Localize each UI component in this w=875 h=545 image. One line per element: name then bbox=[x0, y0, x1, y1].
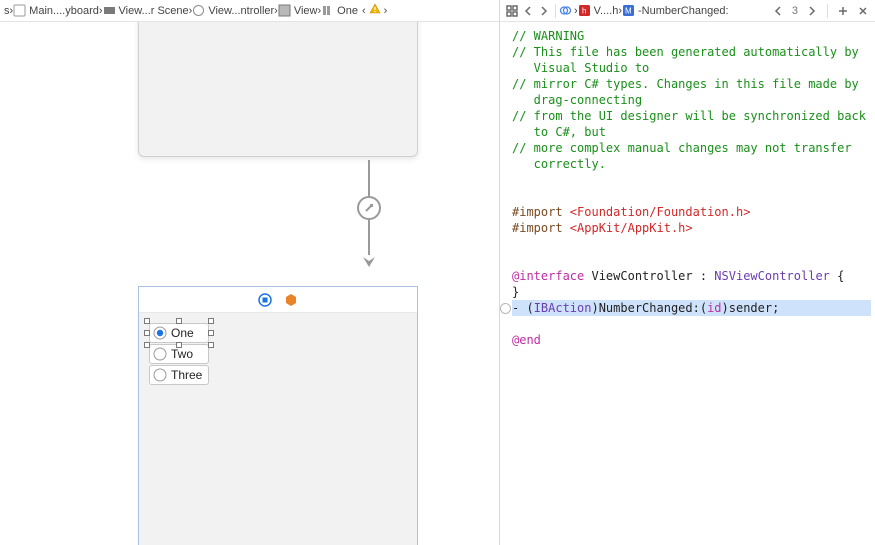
counter-label: 3 bbox=[790, 5, 800, 17]
next-issue-button[interactable] bbox=[804, 3, 820, 19]
chevron-left-icon[interactable]: ‹ bbox=[362, 5, 366, 17]
code-blank-line bbox=[512, 317, 519, 331]
breadcrumb-item[interactable]: One bbox=[321, 4, 358, 17]
header-file-icon: h bbox=[578, 4, 591, 17]
breadcrumb-label: View...ntroller bbox=[208, 5, 274, 17]
view-icon bbox=[278, 4, 291, 17]
radio-option-three[interactable]: Three bbox=[149, 365, 209, 385]
back-button[interactable] bbox=[520, 3, 536, 19]
code-line: drag-connecting bbox=[512, 93, 642, 107]
right-breadcrumb: › h V....h › M -NumberChanged: 3 bbox=[500, 0, 875, 22]
code-line: #import <Foundation/Foundation.h> bbox=[512, 205, 750, 219]
left-breadcrumb: s › Main....yboard › View...r Scene › Vi… bbox=[0, 0, 499, 22]
svg-text:M: M bbox=[625, 7, 632, 16]
breadcrumb-item[interactable]: View bbox=[278, 4, 318, 17]
radio-group: One Two Three bbox=[149, 323, 209, 386]
related-items-icon[interactable] bbox=[559, 4, 572, 17]
controller-icon[interactable] bbox=[258, 293, 272, 307]
warning-icon[interactable] bbox=[369, 3, 381, 18]
code-line: #import <AppKit/AppKit.h> bbox=[512, 221, 693, 235]
code-line: // more complex manual changes may not t… bbox=[512, 141, 852, 155]
code-blank-line bbox=[512, 189, 519, 203]
code-line: // This file has been generated automati… bbox=[512, 45, 859, 59]
breadcrumb-file[interactable]: h V....h bbox=[578, 4, 619, 17]
breadcrumb-label: View...r Scene bbox=[119, 5, 189, 17]
view-box-top[interactable] bbox=[138, 22, 418, 157]
code-blank-line bbox=[512, 173, 519, 187]
radio-label: One bbox=[171, 326, 194, 340]
chevron-right-icon[interactable]: › bbox=[384, 5, 388, 17]
radio-label: Two bbox=[171, 347, 193, 361]
controller-icon bbox=[192, 4, 205, 17]
breadcrumb-label: One bbox=[337, 5, 358, 17]
code-line: // WARNING bbox=[512, 29, 584, 43]
code-line: // from the UI designer will be synchron… bbox=[512, 109, 866, 123]
view-box-bottom[interactable]: One Two Three bbox=[138, 286, 418, 545]
breadcrumb-label: View bbox=[294, 5, 318, 17]
code-blank-line bbox=[512, 253, 519, 267]
radio-option-two[interactable]: Two bbox=[149, 344, 209, 364]
breadcrumb-label: -NumberChanged: bbox=[638, 5, 729, 17]
prev-issue-button[interactable] bbox=[770, 3, 786, 19]
radio-label: Three bbox=[171, 368, 202, 382]
code-blank-line bbox=[512, 237, 519, 251]
add-editor-button[interactable] bbox=[835, 3, 851, 19]
breadcrumb-label: V....h bbox=[594, 5, 619, 17]
code-line: Visual Studio to bbox=[512, 61, 649, 75]
code-line: correctly. bbox=[512, 157, 606, 171]
breadcrumb-method[interactable]: M -NumberChanged: bbox=[622, 4, 729, 17]
svg-text:h: h bbox=[582, 7, 586, 16]
segue-node-icon[interactable] bbox=[357, 196, 381, 220]
code-line: // mirror C# types. Changes in this file… bbox=[512, 77, 859, 91]
scene-icon bbox=[103, 4, 116, 17]
code-line: to C#, but bbox=[512, 125, 606, 139]
forward-button[interactable] bbox=[536, 3, 552, 19]
first-responder-icon[interactable] bbox=[284, 293, 298, 307]
breadcrumb-item[interactable]: View...r Scene bbox=[103, 4, 189, 17]
divider bbox=[555, 4, 556, 18]
code-line-highlighted: - (IBAction)NumberChanged:(id)sender; bbox=[512, 300, 871, 316]
code-line: } bbox=[512, 285, 519, 299]
breadcrumb-item[interactable]: View...ntroller bbox=[192, 4, 274, 17]
segue-connector bbox=[368, 160, 370, 272]
view-controller-header bbox=[139, 287, 417, 313]
radio-option-one[interactable]: One bbox=[149, 323, 209, 343]
code-editor[interactable]: // WARNING // This file has been generat… bbox=[500, 22, 875, 545]
arrow-down-icon bbox=[361, 255, 377, 272]
divider bbox=[827, 4, 828, 18]
stack-icon bbox=[321, 4, 334, 17]
code-line: @end bbox=[512, 333, 541, 347]
close-editor-button[interactable] bbox=[855, 3, 871, 19]
storyboard-icon bbox=[13, 4, 26, 17]
interface-builder-canvas[interactable]: One Two Three bbox=[0, 22, 499, 545]
code-line: @interface ViewController : NSViewContro… bbox=[512, 269, 844, 283]
method-icon: M bbox=[622, 4, 635, 17]
grid-icon[interactable] bbox=[504, 3, 520, 19]
breadcrumb-item[interactable]: Main....yboard bbox=[13, 4, 99, 17]
breadcrumb-label: Main....yboard bbox=[29, 5, 99, 17]
